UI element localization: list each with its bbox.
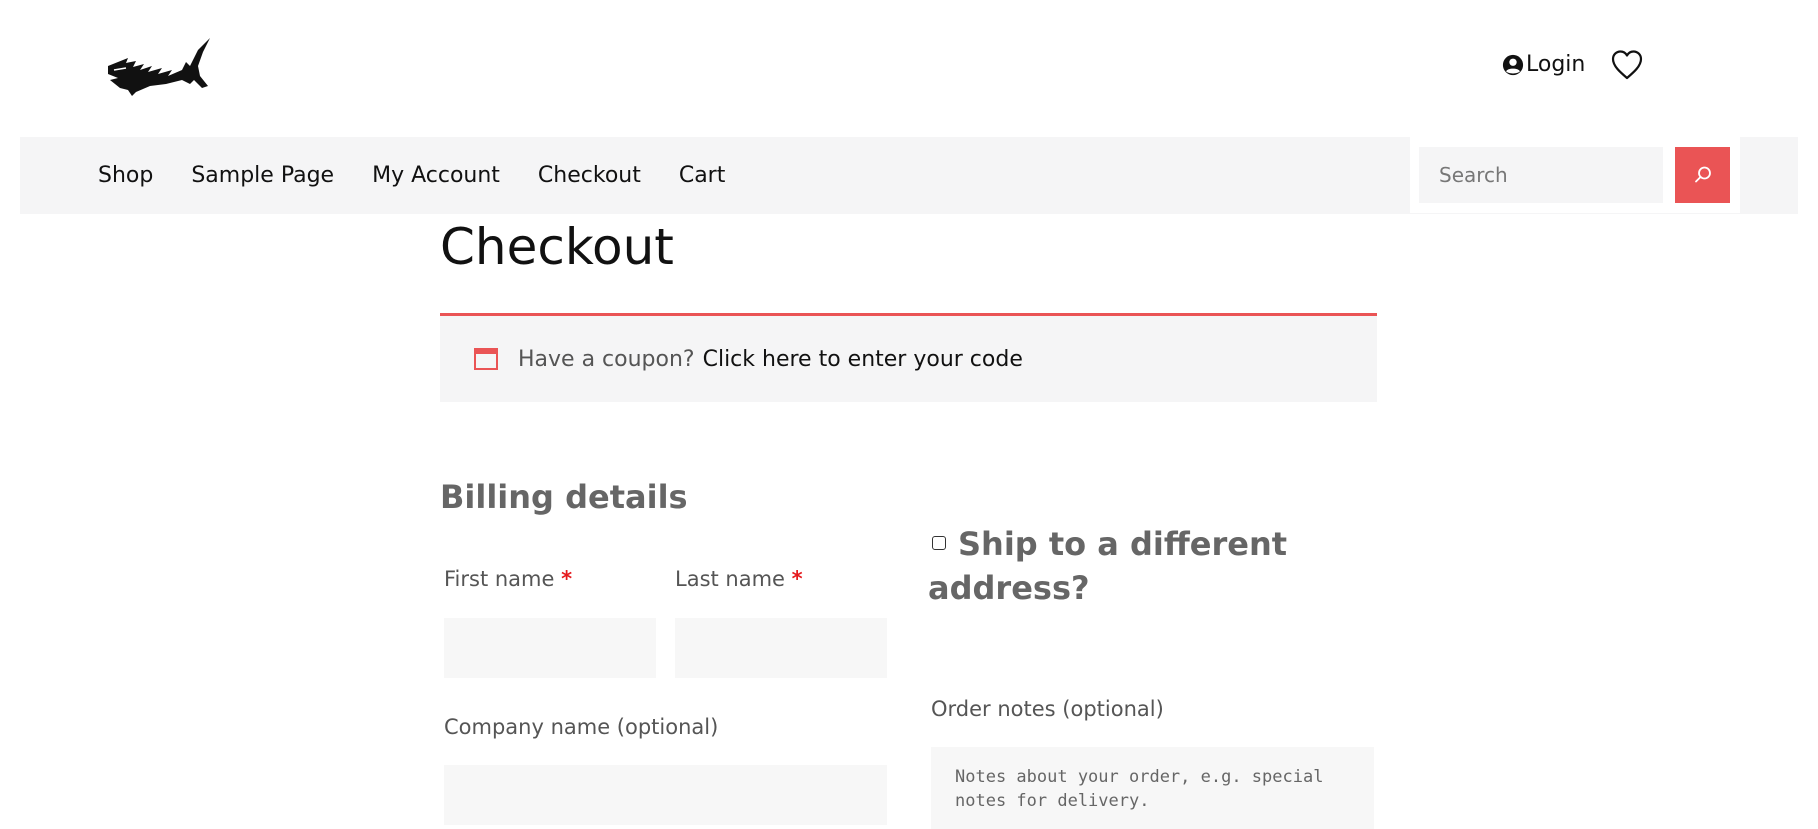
order-notes-textarea[interactable]: Notes about your order, e.g. special not…	[931, 747, 1374, 829]
calendar-icon	[474, 348, 498, 370]
shark-logo[interactable]	[106, 36, 214, 98]
user-circle-icon	[1502, 54, 1524, 75]
company-name-field[interactable]	[444, 765, 887, 825]
order-notes-label: Order notes (optional)	[931, 697, 1164, 721]
wishlist-heart-icon[interactable]	[1610, 48, 1644, 82]
company-name-label: Company name (optional)	[444, 715, 719, 739]
ship-different-address: Ship to a different address?	[928, 522, 1368, 610]
ship-different-label[interactable]: Ship to a different address?	[928, 525, 1287, 607]
login-link[interactable]: Login	[1502, 52, 1585, 77]
ship-different-checkbox[interactable]	[932, 536, 946, 550]
coupon-prompt: Have a coupon?	[518, 346, 695, 372]
first-name-field[interactable]	[444, 618, 656, 678]
nav-menu: Shop Sample Page My Account Checkout Car…	[98, 137, 725, 214]
search-input[interactable]	[1419, 147, 1663, 203]
last-name-field[interactable]	[675, 618, 887, 678]
order-notes-placeholder: Notes about your order, e.g. special not…	[955, 767, 1324, 811]
required-mark: *	[791, 567, 803, 591]
billing-heading: Billing details	[440, 478, 688, 516]
nav-item-cart[interactable]: Cart	[679, 163, 726, 188]
required-mark: *	[561, 567, 573, 591]
login-label: Login	[1526, 52, 1586, 77]
site-header: Login	[0, 0, 1818, 137]
page-title: Checkout	[440, 218, 674, 276]
coupon-link[interactable]: Click here to enter your code	[703, 347, 1023, 372]
coupon-notice: Have a coupon? Click here to enter your …	[440, 313, 1377, 402]
nav-item-my-account[interactable]: My Account	[372, 163, 500, 188]
search-form	[1410, 137, 1740, 213]
last-name-label: Last name *	[675, 567, 803, 591]
nav-item-checkout[interactable]: Checkout	[538, 163, 641, 188]
main-navigation: Shop Sample Page My Account Checkout Car…	[20, 137, 1798, 214]
search-icon	[1694, 166, 1711, 183]
nav-item-sample-page[interactable]: Sample Page	[191, 163, 334, 188]
search-button[interactable]	[1675, 147, 1730, 203]
nav-item-shop[interactable]: Shop	[98, 163, 153, 188]
first-name-label: First name *	[444, 567, 573, 591]
